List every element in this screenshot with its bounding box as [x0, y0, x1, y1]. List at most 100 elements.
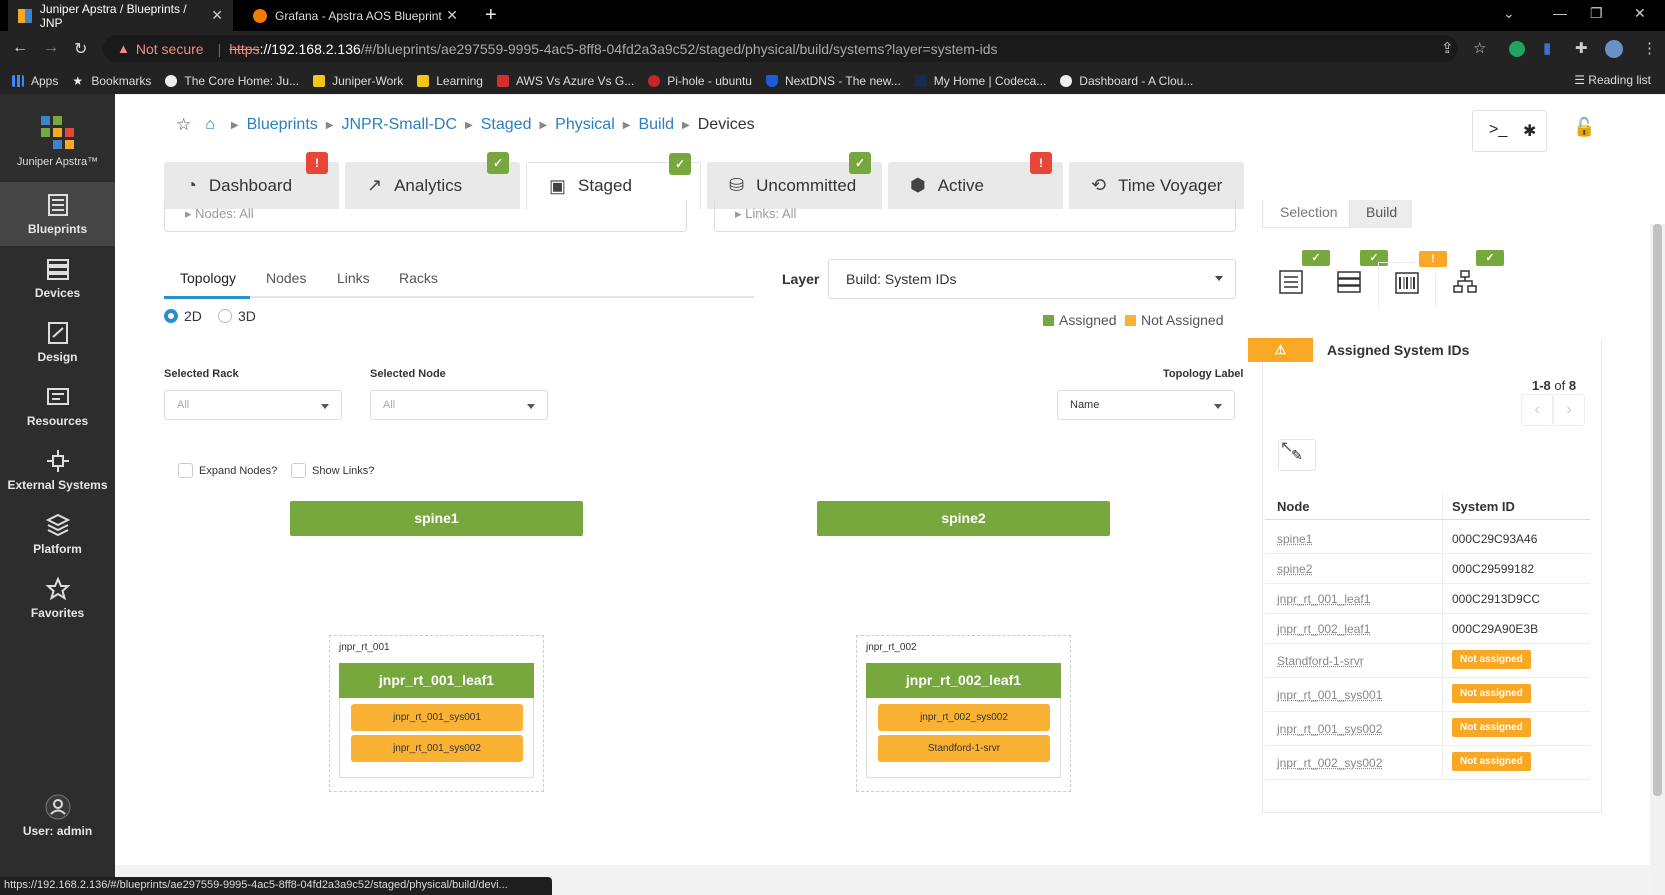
show-links-checkbox[interactable]: Show Links?	[291, 463, 374, 478]
rack[interactable]: jnpr_rt_002 jnpr_rt_002_leaf1 jnpr_rt_00…	[856, 635, 1071, 792]
subtab-links[interactable]: Links	[337, 270, 370, 286]
nav-resources[interactable]: Resources	[0, 374, 115, 438]
subtab-topology[interactable]: Topology	[180, 270, 236, 286]
breadcrumb-physical[interactable]: Physical	[555, 116, 615, 134]
reading-list-button[interactable]: ☰ Reading list	[1574, 73, 1651, 87]
node-link[interactable]: spine1	[1277, 532, 1312, 546]
extension-icon[interactable]: ▮	[1543, 39, 1551, 57]
favorite-star-icon[interactable]: ☆	[176, 115, 191, 135]
reload-button[interactable]: ↻	[74, 39, 87, 59]
profile-avatar-icon[interactable]	[1605, 40, 1623, 58]
unlock-icon[interactable]: 🔓	[1573, 117, 1595, 138]
home-icon[interactable]: ⌂	[205, 116, 215, 134]
scrollbar-thumb[interactable]	[1653, 224, 1662, 796]
resources-icon	[46, 388, 69, 405]
url-field[interactable]: ▲ Not secure | https://192.168.2.136/#/b…	[103, 35, 1458, 62]
browser-menu-icon[interactable]: ⋮	[1642, 39, 1657, 57]
terminal-icon[interactable]: >_	[1489, 121, 1507, 139]
nav-platform[interactable]: Platform	[0, 502, 115, 566]
column-header-system-id[interactable]: System ID	[1452, 499, 1515, 514]
links-filter[interactable]: ▸ Links: All	[714, 200, 1236, 232]
node-link[interactable]: jnpr_rt_001_sys001	[1277, 688, 1382, 702]
close-window-button[interactable]: ✕	[1634, 5, 1646, 22]
nav-devices[interactable]: Devices	[0, 246, 115, 310]
subtab-racks[interactable]: Racks	[399, 270, 438, 286]
browser-tab-grafana[interactable]: Grafana - Apstra AOS Blueprint ✕	[243, 0, 468, 31]
restore-button[interactable]: ❐	[1590, 5, 1603, 22]
bookmark-star-icon[interactable]: ☆	[1473, 39, 1486, 57]
leaf-node[interactable]: jnpr_rt_002_leaf1	[866, 663, 1061, 698]
browser-tab-apstra[interactable]: Juniper Apstra / Blueprints / JNP ✕	[8, 0, 233, 31]
breadcrumb-blueprints[interactable]: Blueprints	[247, 116, 318, 134]
back-button[interactable]: ←	[12, 39, 28, 57]
nav-blueprints[interactable]: Blueprints	[0, 182, 115, 246]
prev-page-button[interactable]: ‹	[1521, 394, 1553, 426]
new-tab-button[interactable]: +	[485, 4, 497, 27]
bookmark-juniper-work[interactable]: Juniper-Work	[313, 74, 403, 88]
tab-build[interactable]: Build	[1350, 200, 1412, 228]
system-node[interactable]: Standford-1-srvr	[878, 735, 1050, 762]
build-tab-devices[interactable]: ✓	[1320, 250, 1388, 307]
bug-icon[interactable]: ✱	[1523, 121, 1536, 141]
nav-favorites[interactable]: Favorites	[0, 566, 115, 630]
radio-label: 3D	[238, 308, 256, 324]
bookmark-codecademy[interactable]: My Home | Codeca...	[914, 74, 1046, 88]
bookmark-dashboard[interactable]: Dashboard - A Clou...	[1060, 74, 1193, 88]
minimize-button[interactable]: —	[1553, 5, 1567, 21]
bookmark-bookmarks[interactable]: ★ Bookmarks	[72, 74, 151, 88]
grammarly-icon[interactable]	[1509, 41, 1525, 57]
next-page-button[interactable]: ›	[1553, 394, 1585, 426]
nav-external-systems[interactable]: External Systems	[0, 438, 115, 502]
selected-rack-select[interactable]: All	[164, 390, 342, 420]
topology-label-select[interactable]: Name	[1057, 390, 1235, 420]
selected-node-select[interactable]: All	[370, 390, 548, 420]
leaf-node[interactable]: jnpr_rt_001_leaf1	[339, 663, 534, 698]
bookmark-apps[interactable]: Apps	[12, 74, 58, 88]
bookmark-core-home[interactable]: The Core Home: Ju...	[165, 74, 299, 88]
nav-user[interactable]: User: admin	[0, 784, 115, 848]
expand-nodes-checkbox[interactable]: Expand Nodes?	[178, 463, 277, 478]
layer-select[interactable]: Build: System IDs	[828, 259, 1236, 299]
build-tab-system-ids[interactable]: !	[1378, 251, 1447, 307]
bookmark-nextdns[interactable]: NextDNS - The new...	[765, 74, 901, 88]
bookmark-aws[interactable]: AWS Vs Azure Vs G...	[496, 74, 634, 88]
apstra-logo[interactable]: Juniper Apstra™	[0, 94, 115, 182]
node-link[interactable]: jnpr_rt_002_leaf1	[1277, 622, 1370, 636]
system-node[interactable]: jnpr_rt_002_sys002	[878, 704, 1050, 731]
table-row: jnpr_rt_001_sys002 Not assigned	[1265, 712, 1590, 746]
select-value: Name	[1070, 399, 1100, 411]
bookmark-pihole[interactable]: Pi-hole - ubuntu	[648, 74, 752, 88]
share-icon[interactable]: ⇪	[1441, 39, 1454, 57]
breadcrumb-staged[interactable]: Staged	[481, 116, 532, 134]
node-link[interactable]: jnpr_rt_002_sys002	[1277, 756, 1382, 770]
view-2d-radio[interactable]: 2D	[164, 308, 202, 324]
tab-selection[interactable]: Selection	[1262, 200, 1350, 228]
close-tab-icon[interactable]: ✕	[446, 7, 458, 24]
close-tab-icon[interactable]: ✕	[211, 7, 223, 24]
rack[interactable]: jnpr_rt_001 jnpr_rt_001_leaf1 jnpr_rt_00…	[329, 635, 544, 792]
build-tab-list[interactable]: ✓	[1262, 250, 1330, 307]
bookmark-label: The Core Home: Ju...	[184, 73, 300, 88]
not-secure-label[interactable]: Not secure	[136, 41, 204, 57]
nav-label: Blueprints	[27, 222, 88, 236]
spine-node[interactable]: spine2	[817, 501, 1110, 536]
breadcrumb-build[interactable]: Build	[638, 116, 674, 134]
view-3d-radio[interactable]: 3D	[218, 308, 256, 324]
node-link[interactable]: jnpr_rt_001_sys002	[1277, 722, 1382, 736]
system-node[interactable]: jnpr_rt_001_sys001	[351, 704, 523, 731]
tab-search-icon[interactable]: ⌄	[1503, 5, 1515, 22]
node-link[interactable]: spine2	[1277, 562, 1312, 576]
forward-button[interactable]: →	[43, 39, 59, 57]
node-link[interactable]: Standford-1-srvr	[1277, 654, 1364, 668]
nodes-filter[interactable]: ▸ Nodes: All	[164, 200, 687, 232]
extensions-puzzle-icon[interactable]: ✚	[1575, 39, 1588, 57]
breadcrumb-blueprint-name[interactable]: JNPR-Small-DC	[341, 116, 457, 134]
nav-design[interactable]: Design	[0, 310, 115, 374]
column-header-node[interactable]: Node	[1277, 499, 1310, 514]
subtab-nodes[interactable]: Nodes	[266, 270, 306, 286]
bookmark-learning[interactable]: Learning	[417, 74, 483, 88]
build-tab-topology[interactable]: ✓	[1436, 250, 1504, 307]
system-node[interactable]: jnpr_rt_001_sys002	[351, 735, 523, 762]
spine-node[interactable]: spine1	[290, 501, 583, 536]
node-link[interactable]: jnpr_rt_001_leaf1	[1277, 592, 1370, 606]
